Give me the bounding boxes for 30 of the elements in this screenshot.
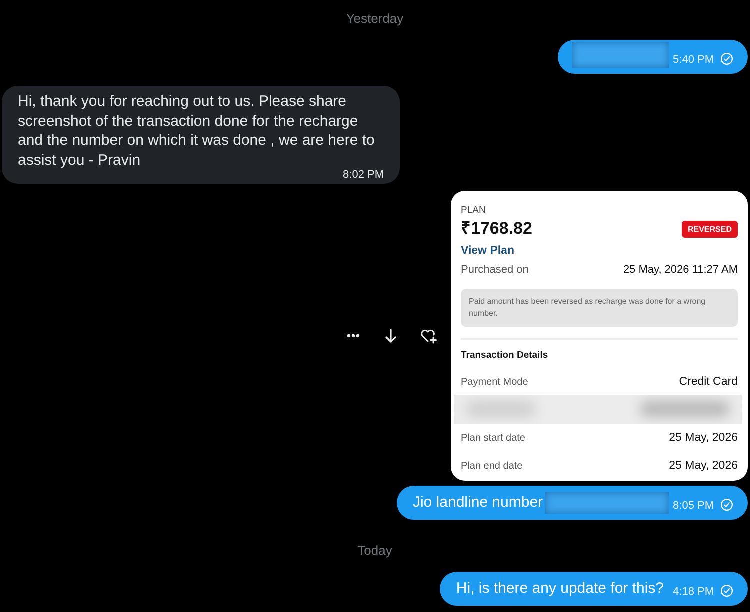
message-text: Hi, thank you for reaching out to us. Please share screenshot of the transaction done for the recharge and the number on which it was done , we are here to assist you - Pravin	[18, 92, 376, 170]
status-badge: REVERSED	[682, 220, 738, 238]
receipt-image[interactable]	[451, 191, 748, 481]
view-plan-link: View Plan	[461, 244, 514, 258]
check-circle-icon	[721, 585, 733, 597]
plan-label: PLAN	[461, 205, 486, 217]
field-value: 25 May, 2026	[669, 459, 738, 473]
reversal-note: Paid amount has been reversed as recharge was done for a wrong number.	[461, 289, 738, 327]
arrow-down-icon[interactable]	[385, 329, 397, 343]
plan-amount: ₹1768.82	[461, 219, 532, 239]
field-label: Plan end date	[461, 460, 523, 474]
check-circle-icon	[721, 499, 733, 511]
date-separator: Yesterday	[346, 10, 404, 28]
message-time: 8:05 PM	[673, 499, 714, 513]
field-value: 25 May, 2026 11:27 AM	[623, 263, 738, 277]
message-time: 5:40 PM	[673, 53, 714, 67]
heart-plus-icon[interactable]	[421, 328, 437, 344]
field-label: Purchased on	[461, 263, 529, 277]
field-value: Credit Card	[679, 375, 738, 389]
message-text: Hi, is there any update for this?	[456, 579, 664, 599]
section-title: Transaction Details	[461, 350, 548, 362]
field-label: Plan start date	[461, 432, 526, 446]
field-value: 25 May, 2026	[669, 431, 738, 445]
message-time: 4:18 PM	[673, 585, 714, 599]
check-circle-icon	[721, 53, 733, 65]
message-text: Jio landline number	[412, 493, 544, 513]
date-separator: Today	[358, 542, 392, 560]
field-label: Payment Mode	[461, 376, 528, 390]
message-time: 8:02 PM	[343, 170, 384, 181]
more-icon[interactable]	[347, 334, 360, 338]
